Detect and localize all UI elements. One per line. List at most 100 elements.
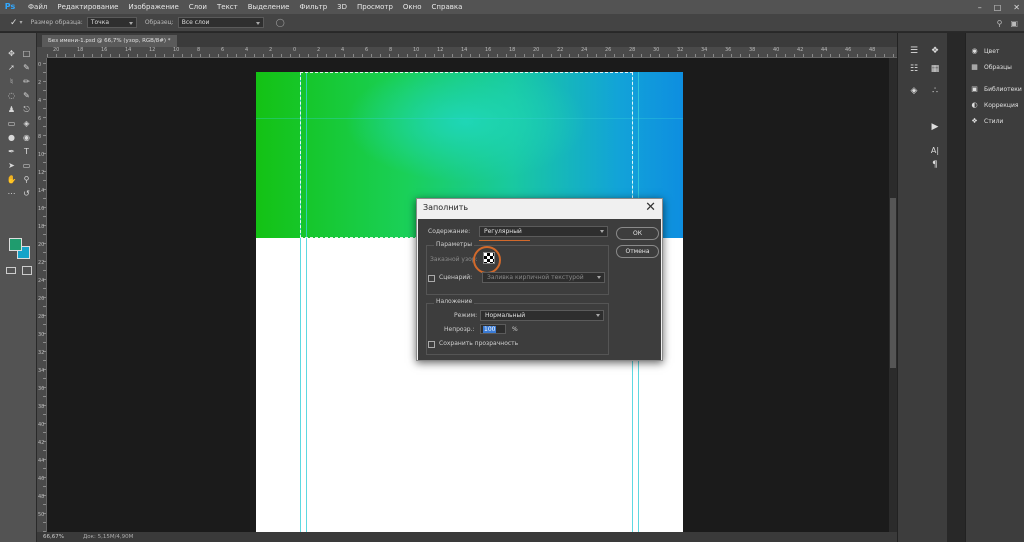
type-tool-icon[interactable]: T	[19, 145, 34, 159]
script-checkbox[interactable]	[428, 275, 435, 282]
ruler-tick-label: 48	[38, 494, 45, 500]
paint-bucket-icon[interactable]: ◈	[19, 117, 34, 131]
menu-file[interactable]: Файл	[23, 0, 52, 14]
layers-icon[interactable]: ◈	[907, 85, 921, 97]
ruler-tick-label: 44	[821, 47, 828, 53]
ok-button[interactable]: ОК	[616, 227, 659, 240]
ruler-tick-label: 26	[38, 296, 45, 302]
ruler-corner[interactable]	[37, 47, 47, 58]
workspace-icon[interactable]: ▣	[1010, 19, 1018, 28]
brush-settings-icon[interactable]: ❖	[928, 45, 942, 57]
ruler-tick-label: 26	[605, 47, 612, 53]
menu-window[interactable]: Окно	[398, 0, 427, 14]
eyedropper-icon[interactable]: ✏	[19, 75, 34, 89]
panel-styles[interactable]: ❖ Стили	[970, 115, 1003, 127]
show-sampling-ring-icon[interactable]: ◯	[276, 18, 285, 27]
channels-icon[interactable]: ▦	[928, 63, 942, 75]
document-info[interactable]: Док: 5,15М/4,90М	[83, 534, 133, 540]
eyedropper-tool-icon[interactable]: ✓	[10, 18, 18, 28]
ruler-tick-label: 4	[245, 47, 249, 53]
panel-swatches[interactable]: ▦ Образцы	[970, 61, 1012, 73]
crop-tool-icon[interactable]: ♮	[4, 75, 19, 89]
ruler-tick-label: 20	[53, 47, 60, 53]
menu-type[interactable]: Текст	[212, 0, 243, 14]
close-window-icon[interactable]: ✕	[1013, 3, 1020, 12]
paths-icon[interactable]: ∴	[928, 85, 942, 97]
scrollbar-thumb[interactable]	[890, 198, 896, 368]
ruler-tick-label: 18	[77, 47, 84, 53]
content-label: Содержание:	[428, 228, 471, 235]
adjust-icon[interactable]: ☰	[907, 45, 921, 57]
preserve-transparency-checkbox[interactable]	[428, 341, 435, 348]
search-icon[interactable]: ⚲	[997, 19, 1003, 28]
lasso-tool-icon[interactable]: ➚	[4, 61, 19, 75]
quick-mask-icon[interactable]	[6, 267, 16, 274]
screen-mode-icon[interactable]	[22, 266, 32, 275]
marquee-tool-icon[interactable]: □	[19, 47, 34, 61]
minimize-icon[interactable]: –	[978, 3, 982, 12]
ruler-tick-label: 34	[38, 368, 45, 374]
quick-select-tool-icon[interactable]: ✎	[19, 61, 34, 75]
menu-filter[interactable]: Фильтр	[294, 0, 332, 14]
ruler-tick-label: 24	[38, 278, 45, 284]
swap-colors-icon[interactable]: ↺	[19, 187, 34, 201]
brush-tool-icon[interactable]: ✎	[19, 89, 34, 103]
shape-tool-icon[interactable]: ▭	[19, 159, 34, 173]
vertical-ruler[interactable]: 0 2 4 6 8 10 12 14 16 18 20 22 24 26 28 30 32 34 36 38 40 42 4…	[37, 58, 47, 532]
horizontal-ruler[interactable]: 20 18 16 14 12 10 8 6 4 2 0 2 4 6 8 10 12 14 16 18 20 22 24 26 2…	[47, 47, 897, 58]
panel-adjustments[interactable]: ◐ Коррекция	[970, 99, 1018, 111]
custom-pattern-label: Заказной узор:	[430, 256, 478, 263]
palette-icon: ◉	[971, 47, 978, 55]
stamp-tool-icon[interactable]: ♟	[4, 103, 19, 117]
paragraph-icon[interactable]: ¶	[928, 159, 942, 171]
blending-label: Наложение	[434, 298, 475, 305]
foreground-color-swatch[interactable]	[9, 238, 22, 251]
move-tool-icon[interactable]: ✥	[4, 47, 19, 61]
sample-select[interactable]: Все слои	[177, 17, 264, 28]
close-icon[interactable]: ✕	[645, 200, 656, 216]
blur-tool-icon[interactable]: ●	[4, 131, 19, 145]
tool-preset-dropdown-icon[interactable]: ▾	[20, 19, 23, 26]
character-icon[interactable]: A|	[928, 145, 942, 157]
ruler-tick-label: 22	[557, 47, 564, 53]
zoom-level[interactable]: 66,67%	[43, 534, 83, 540]
vertical-scrollbar[interactable]	[889, 58, 897, 532]
opacity-value[interactable]: 100	[483, 326, 497, 333]
ruler-tick-label: 50	[38, 512, 45, 518]
opacity-unit: %	[512, 326, 518, 333]
menu-view[interactable]: Просмотр	[352, 0, 398, 14]
menu-edit[interactable]: Редактирование	[52, 0, 123, 14]
cancel-button[interactable]: Отмена	[616, 245, 659, 258]
dialog-body: Содержание: Регулярный Параметры Заказно…	[418, 219, 661, 360]
menu-layers[interactable]: Слои	[184, 0, 212, 14]
menu-select[interactable]: Выделение	[243, 0, 295, 14]
zoom-tool-icon[interactable]: ⚲	[19, 173, 34, 187]
ruler-tick-label: 30	[653, 47, 660, 53]
opacity-input[interactable]: 100	[480, 324, 506, 334]
ruler-tick-label: 48	[869, 47, 876, 53]
menu-image[interactable]: Изображение	[123, 0, 183, 14]
document-tab[interactable]: Без имени-1.psd @ 66,7% (узор, RGB/8#) *	[42, 35, 177, 47]
more-tools-icon[interactable]: ⋯	[4, 187, 19, 201]
status-bar: 66,67% Док: 5,15М/4,90М	[37, 532, 897, 542]
sample-size-select[interactable]: Точка	[86, 17, 137, 28]
content-select[interactable]: Регулярный	[479, 226, 608, 237]
pen-tool-icon[interactable]: ✒	[4, 145, 19, 159]
dodge-tool-icon[interactable]: ◉	[19, 131, 34, 145]
ruler-tick-label: 20	[533, 47, 540, 53]
sample-label: Образец:	[144, 19, 174, 26]
path-select-icon[interactable]: ➤	[4, 159, 19, 173]
panel-color[interactable]: ◉ Цвет	[970, 45, 999, 57]
menu-3d[interactable]: 3D	[332, 0, 352, 14]
healing-tool-icon[interactable]: ◌	[4, 89, 19, 103]
maximize-icon[interactable]: □	[994, 3, 1002, 12]
menu-help[interactable]: Справка	[427, 0, 468, 14]
mode-select[interactable]: Нормальный	[480, 310, 604, 321]
history-brush-icon[interactable]: ⎋	[19, 103, 34, 117]
properties-icon[interactable]: ☷	[907, 63, 921, 75]
panel-libraries[interactable]: ▣ Библиотеки	[970, 83, 1022, 95]
eraser-tool-icon[interactable]: ▭	[4, 117, 19, 131]
play-action-icon[interactable]: ▶	[928, 121, 942, 133]
hand-tool-icon[interactable]: ✋	[4, 173, 19, 187]
script-select[interactable]: Заливка кирпичной текстурой	[482, 272, 605, 283]
